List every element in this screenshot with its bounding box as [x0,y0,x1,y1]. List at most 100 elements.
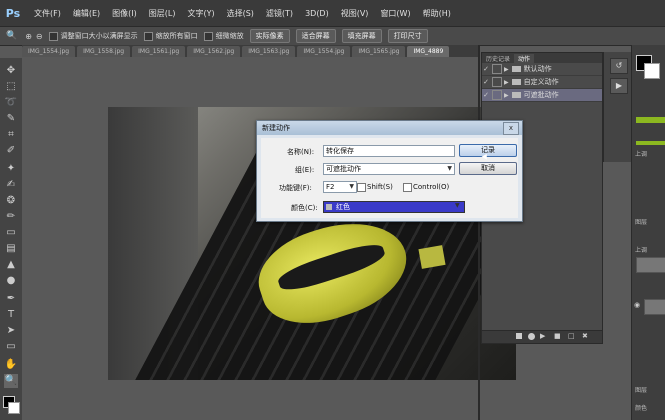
checkmark-icon[interactable]: ✓ [482,78,490,86]
brush-tool-icon[interactable]: ✍ [4,178,18,192]
stop-icon[interactable] [516,333,522,339]
doc-tab[interactable]: IMG_1554.jpg [297,46,351,57]
path-select-tool-icon[interactable]: ➤ [4,324,18,338]
new-action-icon[interactable]: □ [568,332,575,340]
record-icon[interactable] [528,333,535,340]
shift-checkbox[interactable] [357,183,366,192]
dialog-title-bar[interactable]: 新建动作 x [257,121,522,135]
menu-filter[interactable]: 滤镜(T) [260,8,299,19]
gradient-tool-icon[interactable]: ▤ [4,242,18,256]
doc-tab[interactable]: IMG_1562.jpg [187,46,241,57]
menu-edit[interactable]: 编辑(E) [67,8,106,19]
menu-file[interactable]: 文件(F) [28,8,67,19]
dialog-toggle-icon[interactable] [492,77,502,87]
history-panel-icon[interactable]: ↺ [610,58,628,74]
expand-triangle-icon[interactable]: ▶ [504,79,509,86]
move-tool-icon[interactable]: ✥ [4,64,18,78]
crop-tool-icon[interactable]: ⌗ [4,128,18,142]
healing-brush-tool-icon[interactable]: ✦ [4,162,18,176]
color-swatch-icon [326,204,332,210]
checkmark-icon[interactable]: ✓ [482,91,490,99]
shape-tool-icon[interactable]: ▭ [4,340,18,354]
dodge-tool-icon[interactable]: ● [4,274,18,288]
background-color-swatch[interactable] [8,402,20,414]
folder-icon [511,92,521,98]
doc-tab-active[interactable]: IMG_4889 [407,46,450,57]
panel-label: 图层 [635,219,648,226]
clone-stamp-tool-icon[interactable]: ❂ [4,194,18,208]
layer-thumbnail[interactable] [644,299,665,315]
control-label: Control(O) [413,183,450,191]
action-set-row[interactable]: ✓ ▶ 默认动作 [482,63,602,76]
checkmark-icon[interactable]: ✓ [482,65,490,73]
blur-tool-icon[interactable]: ▲ [4,258,18,272]
scrubby-zoom-check[interactable]: 细微缩放 [203,31,244,41]
resize-windows-check[interactable]: 调整窗口大小以满屏显示 [48,31,138,41]
actions-panel-icon[interactable]: ▶ [610,78,628,94]
panel-label: 上调 [635,151,648,158]
menu-3d[interactable]: 3D(D) [299,9,335,18]
zoom-tool-icon[interactable]: 🔍 [4,374,18,388]
doc-tab[interactable]: IMG_1563.jpg [242,46,296,57]
print-size-button[interactable]: 打印尺寸 [387,29,428,43]
color-ramp[interactable] [636,117,665,123]
fit-screen-button[interactable]: 适合屏幕 [295,29,336,43]
close-icon[interactable]: x [503,122,519,135]
layer-thumbnail[interactable] [636,257,665,273]
doc-tab[interactable]: IMG_1554.jpg [22,46,76,57]
trash-icon[interactable]: ✖ [582,332,588,340]
menu-layer[interactable]: 图层(L) [143,8,182,19]
menu-window[interactable]: 窗口(W) [374,8,416,19]
function-key-select[interactable]: F2 ▼ [323,181,357,193]
checkbox-icon [143,31,153,41]
action-set-row[interactable]: ✓ ▶ 自定义动作 [482,76,602,89]
menu-help[interactable]: 帮助(H) [417,8,457,19]
doc-tab[interactable]: IMG_1565.jpg [352,46,406,57]
name-field[interactable]: 转化保存 [323,145,455,157]
set-select[interactable]: 可遮批动作 ▼ [323,163,455,175]
menu-image[interactable]: 图像(I) [106,8,143,19]
quick-select-tool-icon[interactable]: ✎ [4,112,18,126]
folder-icon [511,66,521,72]
pen-tool-icon[interactable]: ✒ [4,292,18,306]
actual-pixels-button[interactable]: 实际像素 [249,29,290,43]
doc-tab[interactable]: IMG_1558.jpg [77,46,131,57]
marquee-tool-icon[interactable]: ⬚ [4,80,18,94]
tab-actions[interactable]: 动作 [514,53,535,63]
expand-triangle-icon[interactable]: ▶ [504,66,509,73]
action-set-row-selected[interactable]: ✓ ▶ 可遮批动作 [482,89,602,102]
menu-view[interactable]: 视图(V) [335,8,375,19]
cancel-button[interactable]: 取消 [459,162,517,175]
zoom-all-windows-check[interactable]: 缩放所有窗口 [143,31,198,41]
menu-select[interactable]: 选择(S) [221,8,260,19]
zoom-in-icon[interactable]: ⊕ [25,32,32,41]
set-label: 组(E): [295,166,315,174]
lasso-tool-icon[interactable]: ➰ [4,96,18,110]
menu-type[interactable]: 文字(Y) [181,8,220,19]
function-key-label: 功能键(F): [279,184,312,192]
type-tool-icon[interactable]: T [4,308,18,322]
zoom-out-icon[interactable]: ⊖ [36,32,43,41]
eraser-tool-icon[interactable]: ▭ [4,226,18,240]
play-icon[interactable]: ▶ [540,332,545,340]
eyedropper-tool-icon[interactable]: ✐ [4,144,18,158]
fill-screen-button[interactable]: 填充屏幕 [341,29,382,43]
expand-triangle-icon[interactable]: ▶ [504,92,509,99]
color-select[interactable]: 红色 [323,201,465,213]
zoom-tool-icon[interactable]: 🔍 [6,31,17,41]
doc-tab[interactable]: IMG_1561.jpg [132,46,186,57]
control-checkbox[interactable] [403,183,412,192]
dialog-toggle-icon[interactable] [492,64,502,74]
dialog-toggle-icon[interactable] [492,90,502,100]
hand-tool-icon[interactable]: ✋ [4,358,18,372]
color-panel-background[interactable] [644,63,660,79]
new-set-icon[interactable]: ■ [554,332,561,340]
chevron-down-icon: ▼ [349,183,354,190]
tab-history[interactable]: 历史记录 [482,54,514,63]
actions-panel-header: 历史记录 动作 [482,53,602,63]
chevron-down-icon[interactable]: ▼ [455,202,460,209]
history-brush-tool-icon[interactable]: ✏ [4,210,18,224]
color-ramp[interactable] [636,141,665,145]
eye-icon[interactable]: ◉ [634,301,642,309]
checkbox-icon [48,31,58,41]
